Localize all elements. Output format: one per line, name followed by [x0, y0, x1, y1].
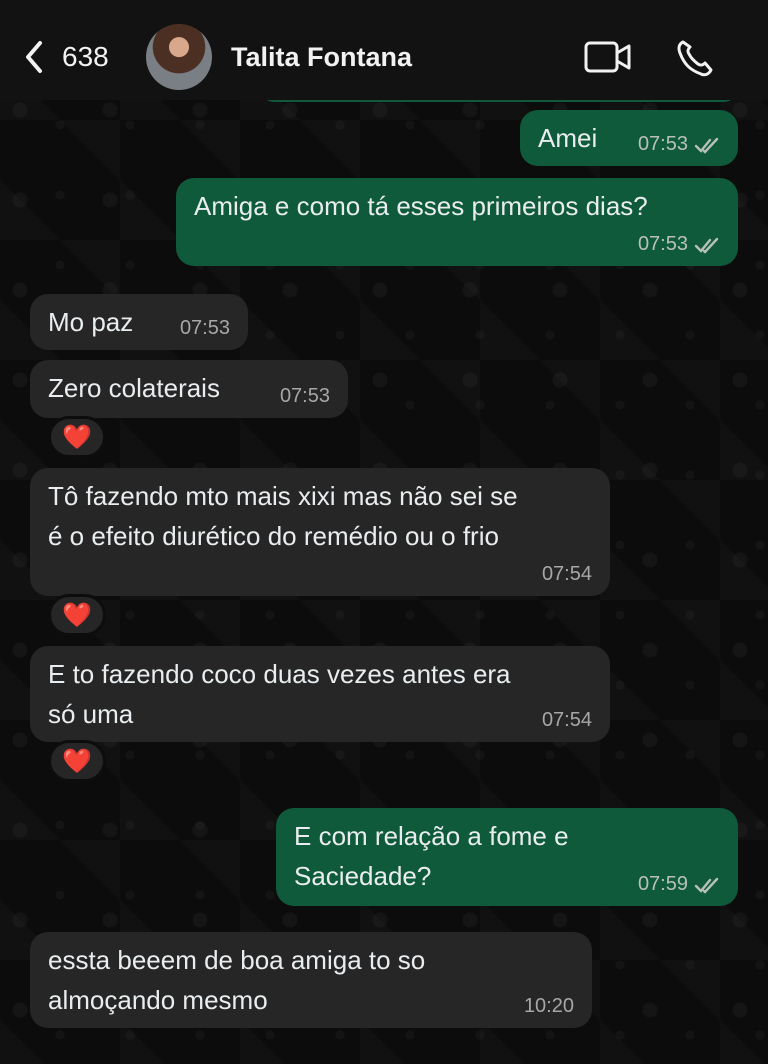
- message-text: E to fazendo coco duas vezes antes era s…: [48, 659, 511, 729]
- message-text: E com relação a fome e Saciedade?: [294, 821, 569, 891]
- double-check-icon: [694, 137, 719, 154]
- message-time-label: 07:53: [637, 233, 688, 255]
- message-bubble-sent[interactable]: Amiga e como tá esses primeiros dias? 07…: [176, 178, 738, 266]
- message-bubble-sent[interactable]: E com relação a fome e Saciedade? 07:59: [276, 808, 738, 906]
- message-text: Tô fazendo mto mais xixi mas não sei se …: [48, 481, 518, 551]
- reaction-heart[interactable]: ❤️: [48, 740, 106, 782]
- message-time-label: 07:59: [637, 873, 688, 895]
- double-check-icon: [694, 237, 719, 254]
- video-camera-icon[interactable]: [584, 38, 632, 76]
- chevron-left-icon[interactable]: [22, 40, 46, 74]
- unread-count[interactable]: 638: [62, 40, 109, 74]
- double-check-icon: [694, 877, 719, 894]
- contact-name[interactable]: Talita Fontana: [231, 40, 412, 74]
- message-time: 07:53: [638, 132, 720, 156]
- message-time: 07:54: [541, 563, 592, 585]
- message-text: Mo paz: [48, 307, 134, 337]
- message-bubble-received[interactable]: Zero colaterais 07:53: [30, 360, 348, 418]
- message-time-label: 07:53: [637, 133, 688, 155]
- message-bubble-received[interactable]: essta beeem de boa amiga to so almoçando…: [30, 932, 592, 1028]
- chat-header: 638 Talita Fontana: [0, 0, 768, 100]
- message-bubble-received[interactable]: E to fazendo coco duas vezes antes era s…: [30, 646, 610, 742]
- message-time: 07:59: [638, 872, 720, 896]
- message-time: 07:53: [279, 385, 330, 407]
- message-time: 07:54: [541, 709, 592, 731]
- message-time: 10:20: [523, 995, 574, 1017]
- message-time: 07:53: [179, 317, 230, 339]
- message-text: Amei: [538, 123, 598, 153]
- avatar[interactable]: [146, 24, 212, 90]
- message-text: Amiga e como tá esses primeiros dias?: [194, 191, 648, 221]
- message-text: Zero colaterais: [48, 373, 220, 403]
- message-bubble-received[interactable]: Mo paz 07:53: [30, 294, 248, 350]
- message-text: essta beeem de boa amiga to so almoçando…: [48, 945, 426, 1015]
- reaction-heart[interactable]: ❤️: [48, 594, 106, 636]
- reaction-heart[interactable]: ❤️: [48, 416, 106, 458]
- message-bubble-sent[interactable]: Amei 07:53: [520, 110, 738, 166]
- message-time: 07:53: [638, 232, 720, 256]
- phone-icon[interactable]: [674, 38, 714, 78]
- message-bubble-received[interactable]: Tô fazendo mto mais xixi mas não sei se …: [30, 468, 610, 596]
